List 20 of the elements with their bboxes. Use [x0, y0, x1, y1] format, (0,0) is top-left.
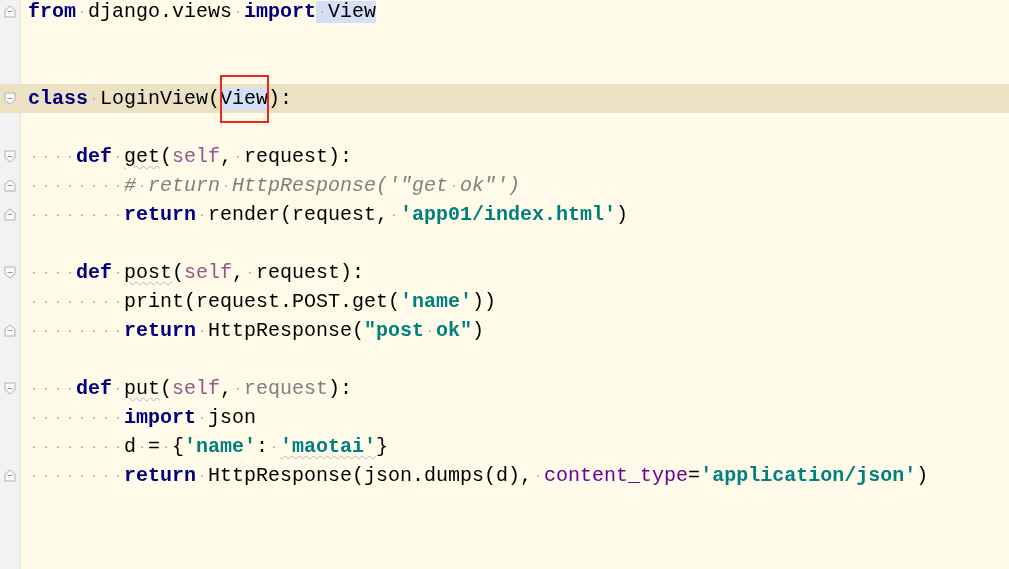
code-line: # return HttpResponse('"get ok"')	[28, 174, 521, 197]
code-line: return HttpResponse("post ok")	[28, 319, 485, 342]
fold-icon[interactable]	[4, 92, 16, 105]
code-line: def get(self, request):	[28, 145, 353, 168]
fold-icon[interactable]	[4, 469, 16, 482]
fold-icon[interactable]	[4, 382, 16, 395]
code-line: d = {'name': 'maotai'}	[28, 435, 389, 458]
fold-icon[interactable]	[4, 5, 16, 18]
fold-icon[interactable]	[4, 150, 16, 163]
code-line: from django.views import View	[28, 0, 377, 23]
code-line: print(request.POST.get('name'))	[28, 290, 497, 313]
fold-icon[interactable]	[4, 179, 16, 192]
fold-icon[interactable]	[4, 324, 16, 337]
code-line: import json	[28, 406, 257, 429]
code-line: return render(request, 'app01/index.html')	[28, 203, 629, 226]
code-line: def post(self, request):	[28, 261, 365, 284]
fold-icon[interactable]	[4, 208, 16, 221]
fold-icon[interactable]	[4, 266, 16, 279]
code-line: return HttpResponse(json.dumps(d), content_type='application/json')	[28, 464, 929, 487]
code-line: def put(self, request):	[28, 377, 353, 400]
